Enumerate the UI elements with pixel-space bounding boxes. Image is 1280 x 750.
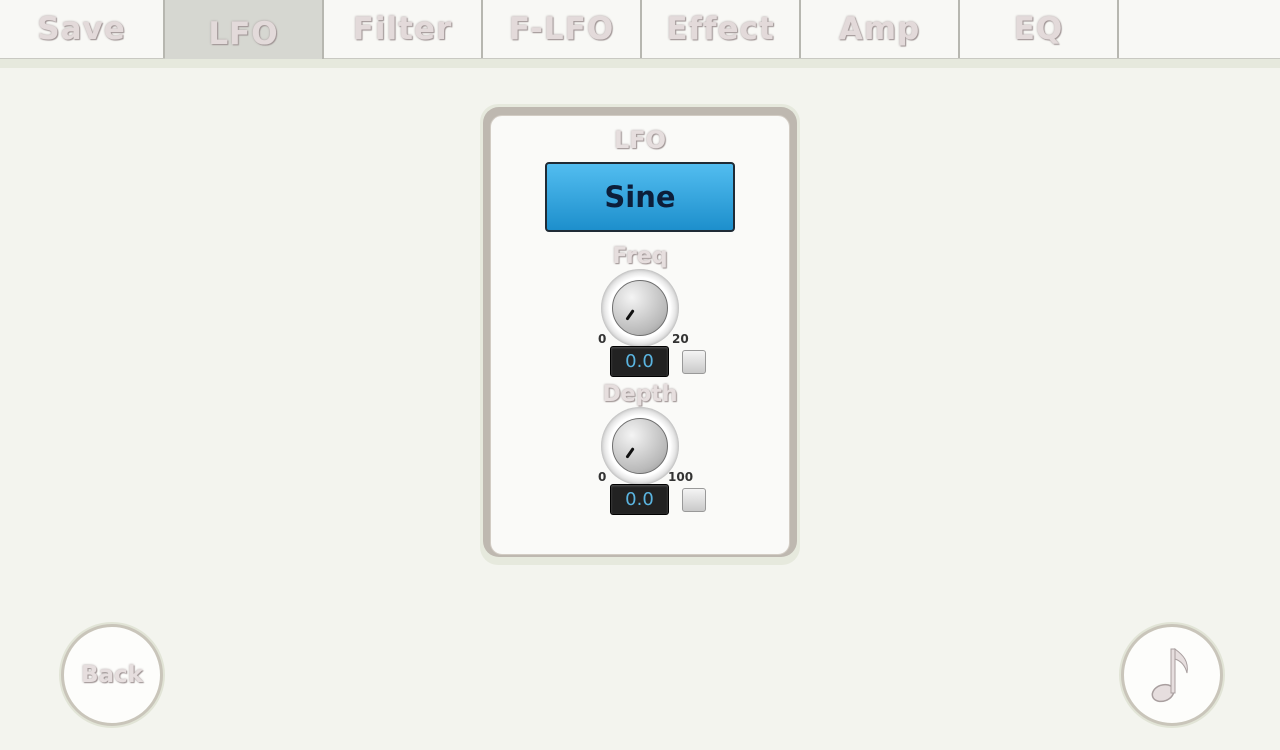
freq-knob[interactable] (601, 269, 679, 347)
freq-value-field[interactable]: 0.0 (610, 346, 669, 377)
freq-min-label: 0 (598, 332, 607, 346)
freq-label: Freq (612, 244, 668, 269)
depth-mod-toggle[interactable] (682, 488, 706, 512)
panel-title: LFO (613, 126, 667, 154)
freq-knob-pointer (625, 309, 635, 321)
depth-knob-pointer (625, 447, 635, 459)
lfo-panel: LFO Sine Freq 0 20 0.0 Depth 0 100 0.0 (490, 115, 790, 555)
freq-mod-toggle[interactable] (682, 350, 706, 374)
back-button[interactable]: Back (61, 624, 163, 726)
music-note-icon (1151, 647, 1188, 703)
tab-filter[interactable]: Filter (324, 0, 483, 58)
depth-max-label: 100 (668, 470, 694, 484)
freq-knob-cap (612, 280, 668, 336)
depth-label: Depth (602, 382, 678, 407)
depth-min-label: 0 (598, 470, 607, 484)
keyboard-button[interactable] (1121, 624, 1223, 726)
back-button-label: Back (81, 662, 143, 688)
depth-value-field[interactable]: 0.0 (610, 484, 669, 515)
depth-knob-cap (612, 418, 668, 474)
tab-amp[interactable]: Amp (801, 0, 960, 58)
tab-f-lfo[interactable]: F-LFO (483, 0, 642, 58)
freq-max-label: 20 (672, 332, 689, 346)
tab-bar-divider (0, 59, 1280, 68)
tab-save[interactable]: Save (0, 0, 165, 58)
tab-eq[interactable]: EQ (960, 0, 1119, 58)
tab-effect[interactable]: Effect (642, 0, 801, 58)
tab-lfo[interactable]: LFO (165, 0, 324, 68)
tab-bar-spacer (1119, 0, 1280, 58)
tab-bar: Save LFO Filter F-LFO Effect Amp EQ (0, 0, 1280, 68)
waveform-select-button[interactable]: Sine (545, 162, 735, 232)
